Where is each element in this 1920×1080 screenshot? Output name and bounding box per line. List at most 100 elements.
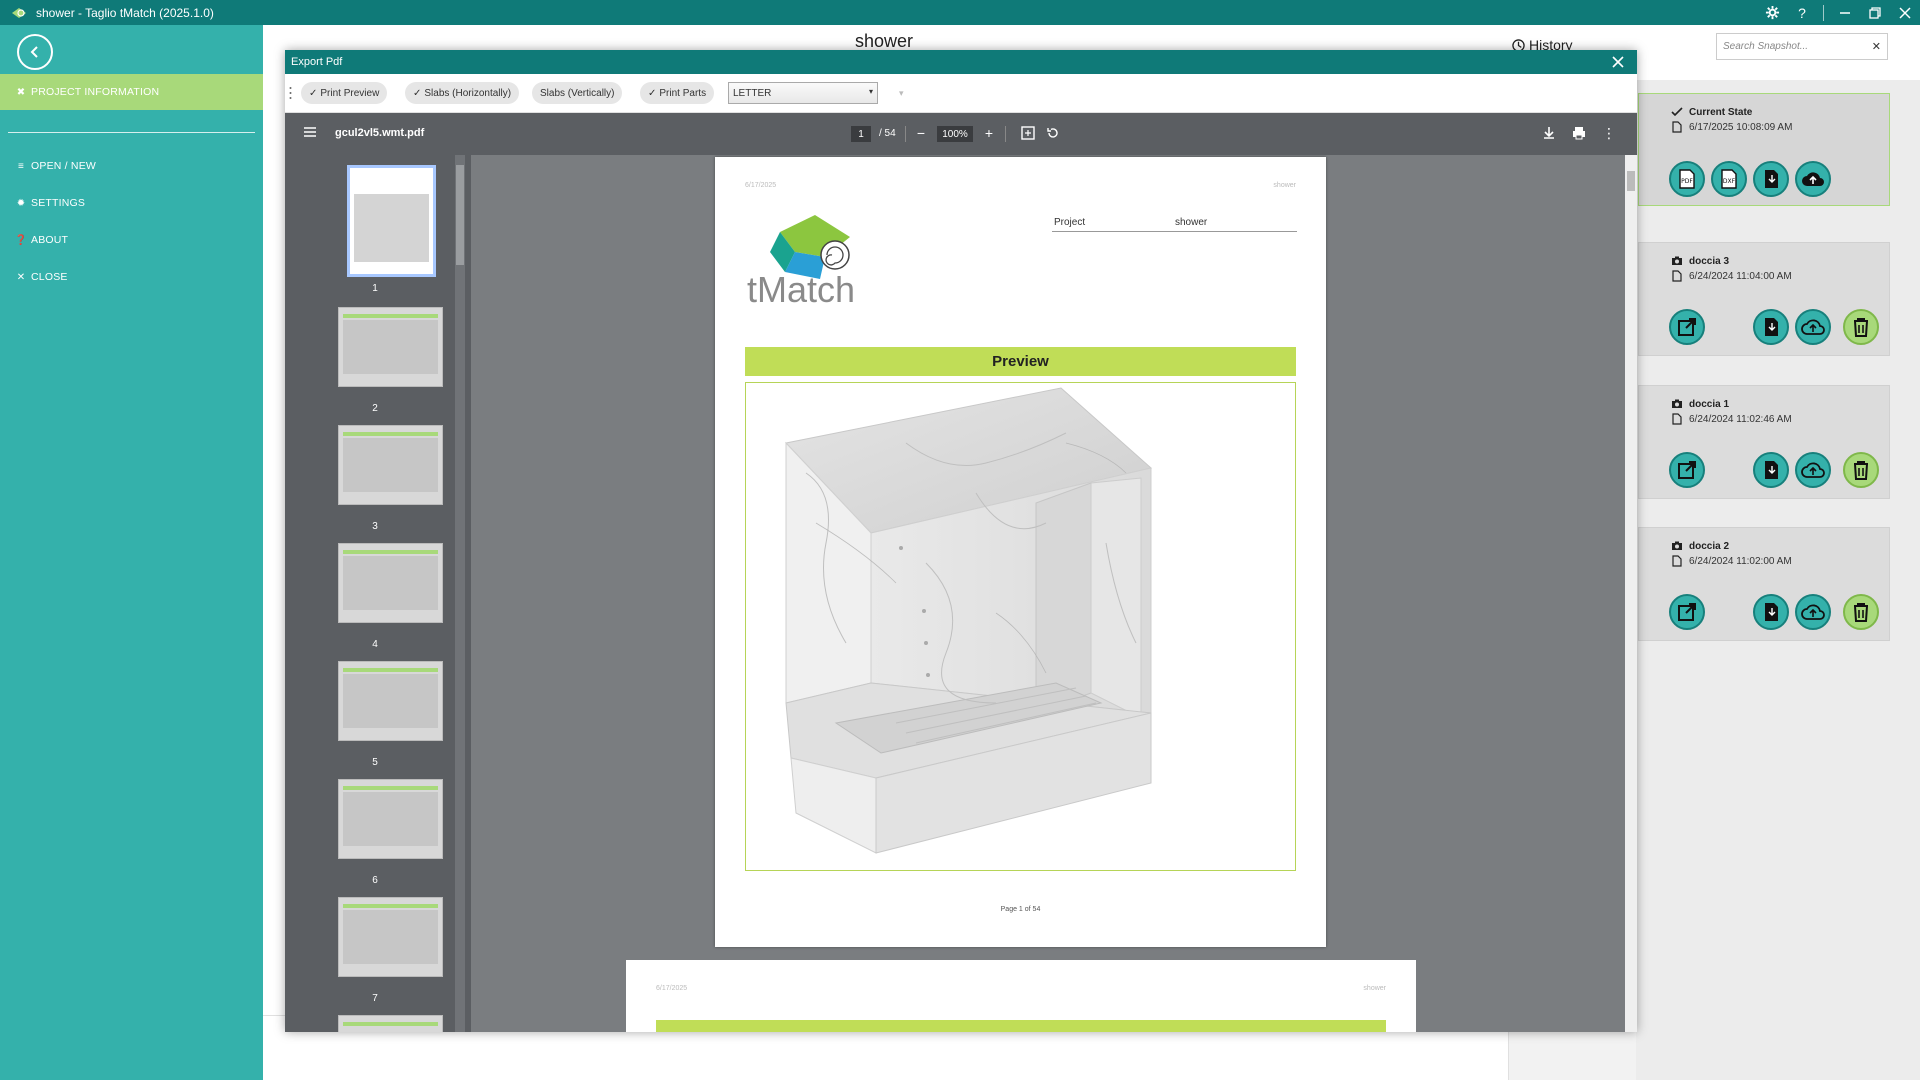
paper-size-select[interactable]: LETTER ▾ bbox=[728, 82, 878, 104]
nav-close[interactable]: ✕ CLOSE bbox=[0, 259, 263, 295]
fit-page-icon[interactable] bbox=[1020, 125, 1036, 141]
print-icon[interactable] bbox=[1571, 125, 1587, 141]
export-file-button[interactable] bbox=[1753, 309, 1789, 345]
page-total: / 54 bbox=[879, 128, 896, 139]
nav-project-information[interactable]: ✖ PROJECT INFORMATION bbox=[0, 74, 263, 110]
minimize-button[interactable] bbox=[1830, 0, 1860, 25]
export-dxf-button[interactable]: DXF bbox=[1711, 161, 1747, 197]
thumbnail-header bbox=[343, 314, 438, 318]
back-button[interactable] bbox=[17, 34, 53, 70]
download-icon[interactable] bbox=[1541, 125, 1557, 141]
project-label: Project bbox=[1054, 217, 1086, 228]
document-icon bbox=[1672, 413, 1682, 425]
snapshot-card[interactable]: doccia 3 6/24/2024 11:04:00 AM bbox=[1638, 242, 1890, 356]
nav-settings[interactable]: ✹ SETTINGS bbox=[0, 185, 263, 221]
thumbnail-number: 7 bbox=[372, 993, 378, 1004]
thumbnail-scrollbar[interactable] bbox=[455, 155, 465, 1032]
export-pdf-button[interactable]: PDF bbox=[1669, 161, 1705, 197]
more-options-icon[interactable]: ⋮ bbox=[1601, 125, 1617, 141]
thumbnail-content bbox=[343, 910, 438, 964]
snapshot-date: 6/24/2024 11:02:00 AM bbox=[1689, 556, 1792, 567]
delete-snapshot-button[interactable] bbox=[1843, 309, 1879, 345]
upload-cloud-button[interactable] bbox=[1795, 161, 1831, 197]
thumbnail-content bbox=[343, 320, 438, 374]
nav-open-new[interactable]: ≡ OPEN / NEW bbox=[0, 148, 263, 184]
thumbnail-number: 1 bbox=[372, 283, 378, 294]
page-thumbnail[interactable] bbox=[338, 543, 443, 623]
help-icon[interactable]: ? bbox=[1787, 0, 1817, 25]
document-scrollbar[interactable] bbox=[1625, 155, 1637, 1032]
zoom-out-icon[interactable]: − bbox=[913, 125, 929, 141]
page-thumbnail[interactable] bbox=[338, 779, 443, 859]
snapshot-card[interactable]: doccia 2 6/24/2024 11:02:00 AM bbox=[1638, 527, 1890, 641]
toolbar-separator bbox=[1005, 126, 1006, 142]
chip-label: Slabs (Vertically) bbox=[540, 87, 615, 99]
thumbnail-number: 5 bbox=[372, 757, 378, 768]
page-thumbnail[interactable] bbox=[338, 897, 443, 977]
pdf-filename: gcul2vl5.wmt.pdf bbox=[335, 127, 425, 139]
camera-icon bbox=[1672, 399, 1682, 408]
app-logo-icon bbox=[12, 7, 26, 18]
zoom-level-input[interactable]: 100% bbox=[937, 126, 973, 142]
dxf-file-icon: DXF bbox=[1721, 169, 1737, 189]
print-preview-toggle[interactable]: ✓ Print Preview bbox=[301, 82, 388, 104]
nav-about[interactable]: ❓ ABOUT bbox=[0, 222, 263, 258]
settings-gear-icon[interactable] bbox=[1757, 0, 1787, 25]
scrollbar-thumb[interactable] bbox=[1627, 171, 1635, 191]
chevron-down-icon: ▾ bbox=[868, 87, 873, 96]
cloud-upload-icon bbox=[1801, 319, 1825, 335]
slabs-vertically-toggle[interactable]: Slabs (Vertically) bbox=[532, 82, 623, 104]
upload-cloud-button[interactable] bbox=[1795, 594, 1831, 630]
thumbnail-number: 6 bbox=[372, 875, 378, 886]
clear-search-icon[interactable]: ✕ bbox=[1872, 40, 1881, 53]
dialog-titlebar: Export Pdf bbox=[285, 50, 1637, 74]
tools-icon: ✖ bbox=[16, 86, 26, 98]
dialog-close-button[interactable] bbox=[1609, 53, 1627, 71]
upload-cloud-button[interactable] bbox=[1795, 452, 1831, 488]
toolbar-grip-icon[interactable] bbox=[289, 86, 292, 100]
thumbnail-header bbox=[343, 1022, 438, 1026]
pdf-page-2: 6/17/2025 shower bbox=[626, 960, 1416, 1032]
upload-cloud-button[interactable] bbox=[1795, 309, 1831, 345]
page-thumbnail[interactable] bbox=[338, 661, 443, 741]
thumbnail-header bbox=[343, 550, 438, 554]
snapshot-card-current[interactable]: Current State 6/17/2025 10:08:09 AM PDF … bbox=[1638, 93, 1890, 206]
open-snapshot-button[interactable] bbox=[1669, 594, 1705, 630]
close-window-button[interactable] bbox=[1890, 0, 1920, 25]
open-external-icon bbox=[1678, 603, 1696, 621]
delete-snapshot-button[interactable] bbox=[1843, 594, 1879, 630]
thumbnail-number: 2 bbox=[372, 403, 378, 414]
scrollbar-thumb[interactable] bbox=[456, 165, 464, 265]
export-file-button[interactable] bbox=[1753, 594, 1789, 630]
overflow-chevron-icon[interactable]: ▾ bbox=[899, 88, 904, 99]
snapshot-search-input[interactable]: Search Snapshot... ✕ bbox=[1716, 33, 1888, 60]
toolbar-separator bbox=[905, 126, 906, 142]
export-file-button[interactable] bbox=[1753, 452, 1789, 488]
page-thumbnail[interactable] bbox=[338, 1015, 443, 1032]
snapshot-card[interactable]: doccia 1 6/24/2024 11:02:46 AM bbox=[1638, 385, 1890, 499]
sidebar-divider bbox=[8, 132, 255, 133]
file-export-icon bbox=[1765, 170, 1778, 188]
export-file-button[interactable] bbox=[1753, 161, 1789, 197]
page-thumbnail[interactable] bbox=[338, 425, 443, 505]
close-icon bbox=[1612, 56, 1624, 68]
open-snapshot-button[interactable] bbox=[1669, 309, 1705, 345]
zoom-in-icon[interactable]: + bbox=[981, 125, 997, 141]
sidebar-toggle-icon[interactable] bbox=[303, 126, 317, 138]
cloud-upload-icon bbox=[1801, 604, 1825, 620]
thumbnail-content bbox=[343, 556, 438, 610]
nav-label: SETTINGS bbox=[31, 197, 86, 209]
snapshot-date: 6/24/2024 11:02:46 AM bbox=[1689, 414, 1792, 425]
rotate-icon[interactable] bbox=[1045, 125, 1061, 141]
restore-button[interactable] bbox=[1860, 0, 1890, 25]
print-parts-toggle[interactable]: ✓ Print Parts bbox=[640, 82, 715, 104]
page-number-input[interactable]: 1 bbox=[851, 126, 871, 142]
check-icon: ✓ bbox=[309, 87, 318, 99]
page-thumbnail[interactable] bbox=[338, 307, 443, 387]
delete-snapshot-button[interactable] bbox=[1843, 452, 1879, 488]
open-snapshot-button[interactable] bbox=[1669, 452, 1705, 488]
slabs-horizontally-toggle[interactable]: ✓ Slabs (Horizontally) bbox=[405, 82, 520, 104]
page-thumbnail[interactable] bbox=[347, 165, 436, 277]
preview-section-title: Preview bbox=[745, 347, 1296, 376]
export-options-toolbar: ✓ Print Preview ✓ Slabs (Horizontally) S… bbox=[285, 74, 1637, 113]
